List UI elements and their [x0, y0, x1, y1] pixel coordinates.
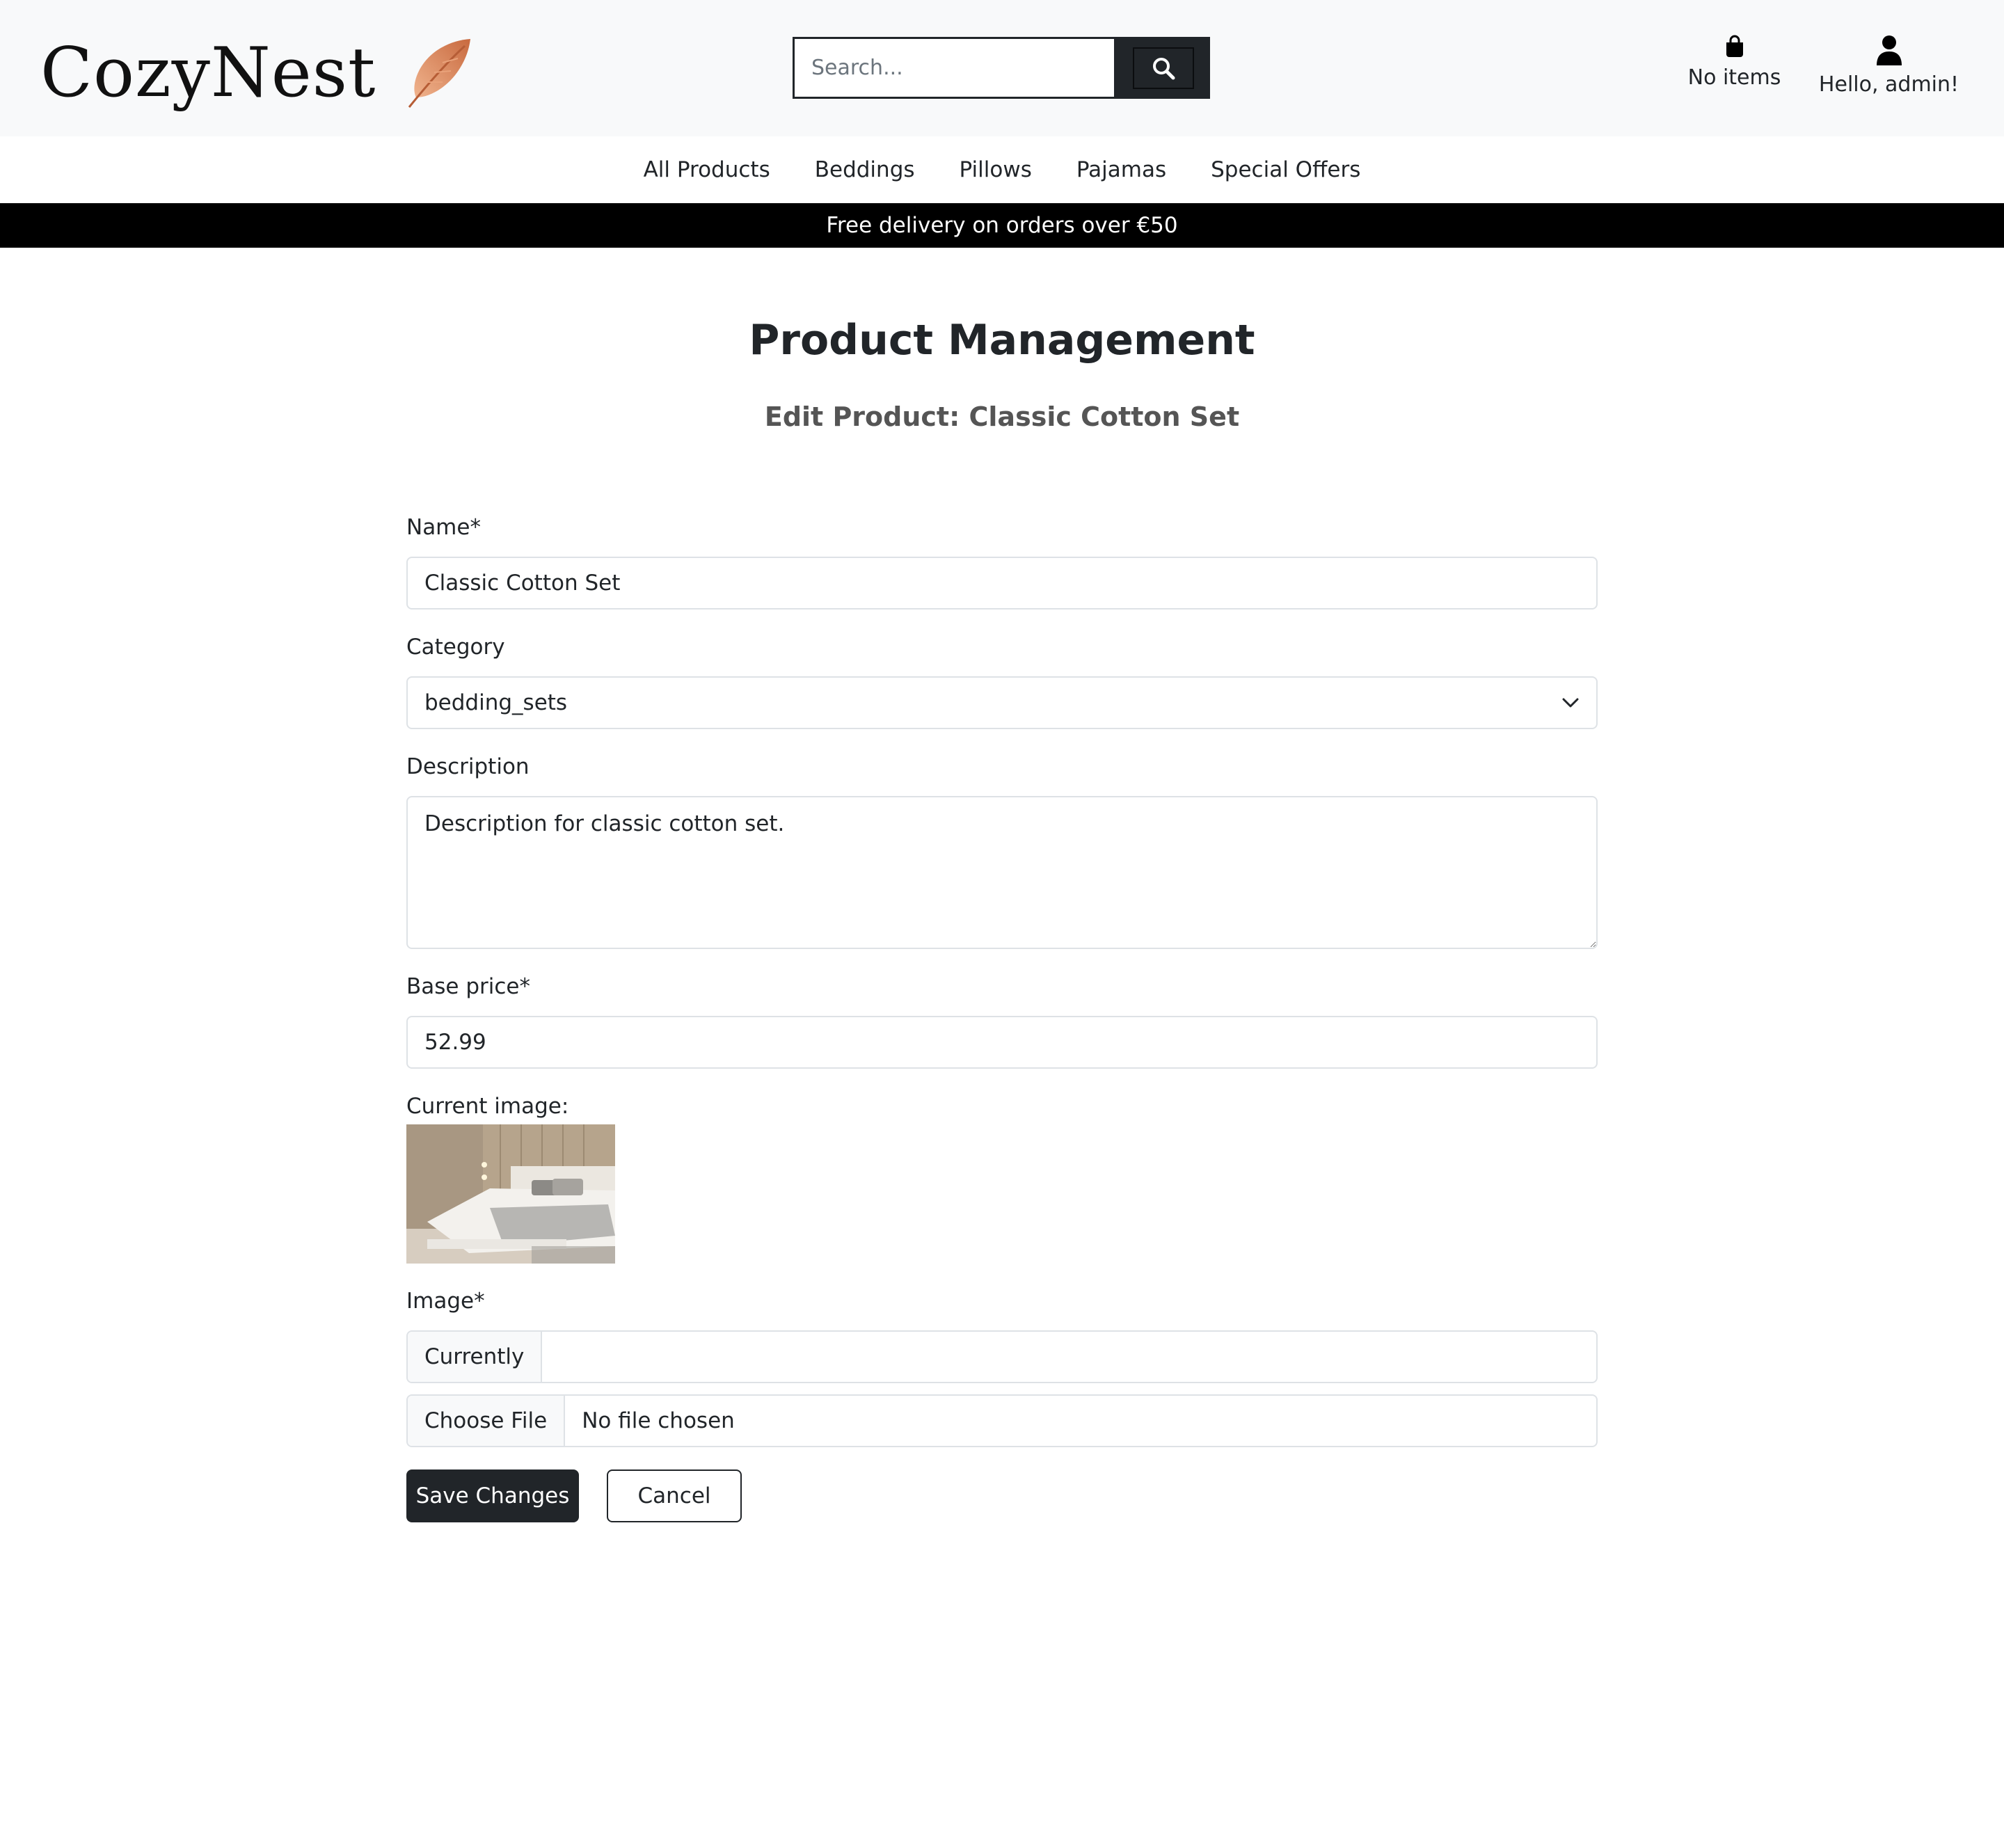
- search-bar: [793, 37, 1210, 99]
- nav-item-all-products[interactable]: All Products: [644, 157, 770, 182]
- current-image-label: Current image:: [406, 1094, 569, 1119]
- search-button[interactable]: [1116, 37, 1210, 99]
- nav-item-pajamas[interactable]: Pajamas: [1076, 157, 1166, 182]
- price-label: Base price*: [406, 974, 530, 999]
- nav-item-special-offers[interactable]: Special Offers: [1211, 157, 1360, 182]
- name-input[interactable]: [406, 557, 1598, 610]
- category-label: Category: [406, 635, 505, 660]
- cart-link[interactable]: No items: [1684, 35, 1785, 90]
- description-textarea[interactable]: Description for classic cotton set.: [406, 796, 1598, 949]
- site-header: CozyNest Search... No items Hello, admin…: [0, 0, 2004, 136]
- nav-item-pillows[interactable]: Pillows: [960, 157, 1032, 182]
- delivery-banner: Free delivery on orders over €50: [0, 203, 2004, 248]
- account-link[interactable]: Hello, admin!: [1818, 35, 1960, 97]
- search-icon: [1132, 47, 1194, 89]
- name-label: Name*: [406, 515, 481, 540]
- save-changes-button[interactable]: Save Changes: [406, 1469, 579, 1522]
- currently-addon: Currently: [408, 1332, 543, 1382]
- image-label: Image*: [406, 1289, 485, 1314]
- nav-item-beddings[interactable]: Beddings: [815, 157, 915, 182]
- current-image-thumbnail: [406, 1124, 615, 1264]
- page-subtitle: Edit Product: Classic Cotton Set: [764, 401, 1240, 432]
- category-select[interactable]: bedding_sets: [406, 676, 1598, 729]
- feather-icon: [408, 39, 471, 108]
- cancel-button[interactable]: Cancel: [607, 1469, 742, 1522]
- shopping-bag-icon: [1726, 35, 1743, 57]
- description-label: Description: [406, 754, 530, 779]
- page-title: Product Management: [749, 316, 1255, 365]
- user-icon: [1876, 35, 1902, 65]
- cart-status: No items: [1687, 65, 1781, 90]
- choose-file-button[interactable]: Choose File: [408, 1396, 566, 1446]
- main-nav: All Products Beddings Pillows Pajamas Sp…: [0, 136, 2004, 203]
- file-input[interactable]: Choose File No file chosen: [406, 1394, 1598, 1447]
- chevron-down-icon: [1562, 698, 1579, 708]
- brand-name: CozyNest: [40, 33, 376, 113]
- user-greeting: Hello, admin!: [1818, 72, 1959, 97]
- category-value: bedding_sets: [424, 690, 568, 715]
- search-input[interactable]: [793, 37, 1116, 99]
- current-image-field: Currently: [406, 1330, 1598, 1383]
- file-status: No file chosen: [582, 1408, 735, 1433]
- price-input[interactable]: [406, 1016, 1598, 1069]
- brand-logo[interactable]: CozyNest: [40, 28, 477, 118]
- currently-value: [542, 1332, 1596, 1382]
